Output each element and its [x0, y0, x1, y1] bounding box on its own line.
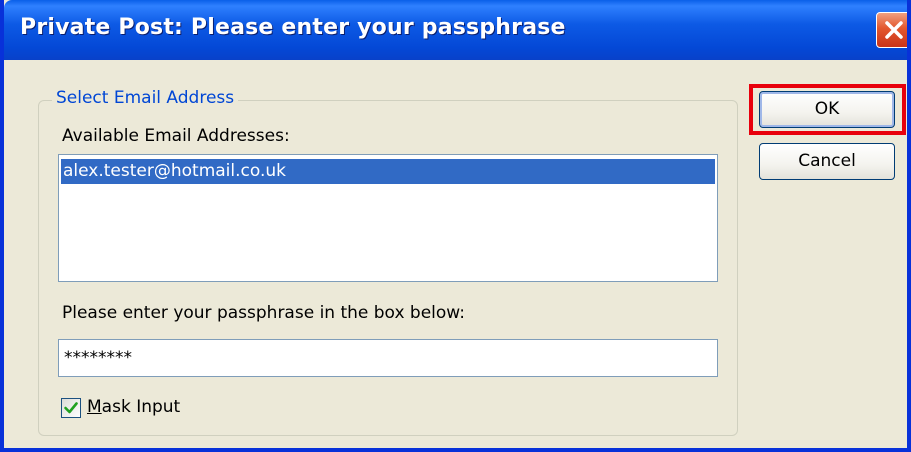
available-emails-label: Available Email Addresses:	[62, 126, 290, 146]
checkmark-icon	[64, 402, 78, 414]
email-listbox[interactable]: alex.tester@hotmail.co.uk	[58, 154, 718, 282]
passphrase-input[interactable]: ********	[58, 339, 718, 377]
dialog-client-area: Select Email Address Available Email Add…	[4, 60, 907, 448]
window-title: Private Post: Please enter your passphra…	[20, 15, 566, 40]
cancel-button[interactable]: Cancel	[759, 143, 895, 180]
ok-button[interactable]: OK	[759, 91, 895, 128]
passphrase-label: Please enter your passphrase in the box …	[62, 303, 465, 323]
close-icon	[885, 21, 903, 39]
title-bar[interactable]: Private Post: Please enter your passphra…	[4, 0, 907, 60]
dialog-window: Private Post: Please enter your passphra…	[0, 0, 911, 452]
mask-input-checkbox[interactable]	[61, 398, 81, 418]
close-button[interactable]	[876, 12, 907, 48]
list-item[interactable]: alex.tester@hotmail.co.uk	[61, 159, 715, 184]
group-legend: Select Email Address	[52, 88, 239, 108]
mask-input-label[interactable]: Mask Input	[87, 397, 180, 417]
